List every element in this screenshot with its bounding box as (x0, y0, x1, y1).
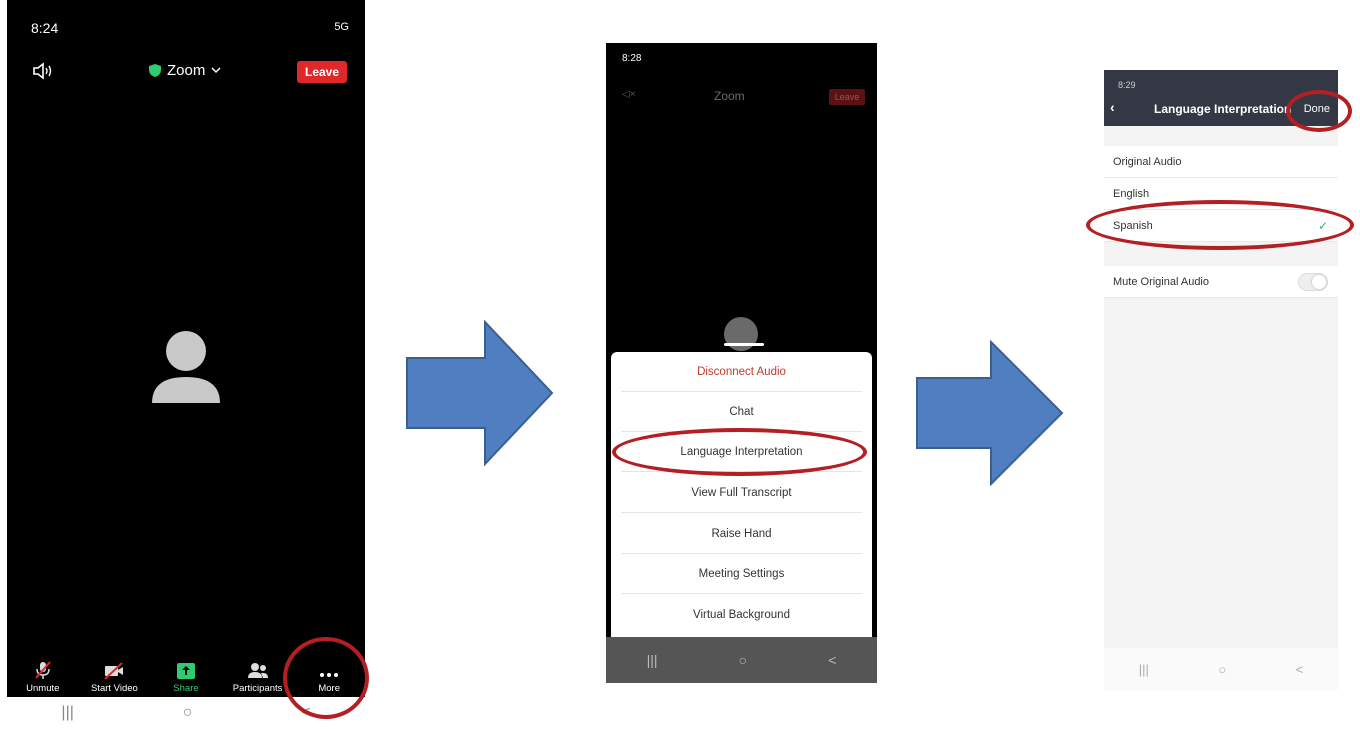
meeting-title[interactable]: Zoom (149, 62, 221, 79)
raise-hand-item[interactable]: Raise Hand (621, 514, 862, 554)
avatar-placeholder-icon (152, 331, 220, 403)
more-options-sheet: Disconnect Audio Chat Language Interpret… (611, 352, 872, 637)
participants-icon (247, 663, 268, 678)
android-navbar: ||| ○ < (606, 637, 877, 683)
tutorial-stage: 8:24 5G Zoom Leave Unmute Start Video Sh… (0, 0, 1360, 729)
recent-apps-button[interactable]: ||| (61, 704, 73, 722)
shield-icon (149, 64, 161, 77)
participants-button[interactable]: Participants (222, 655, 294, 697)
more-label: More (318, 683, 340, 694)
muted-mic-icon (35, 661, 51, 679)
option-spanish[interactable]: Spanish ✓ (1104, 210, 1338, 242)
leave-button[interactable]: Leave (297, 61, 347, 83)
option-original-audio[interactable]: Original Audio (1104, 146, 1338, 178)
meeting-topbar-dimmed: ◁× Zoom Leave (606, 87, 877, 107)
option-english[interactable]: English (1104, 178, 1338, 210)
speaker-muted-icon[interactable]: ◁× (622, 89, 636, 100)
option-label: English (1113, 187, 1150, 200)
back-button[interactable]: < (301, 704, 310, 722)
video-off-icon (104, 662, 124, 680)
chevron-down-icon (211, 67, 221, 74)
phone-more-menu-screen: 8:28 ◁× Zoom Leave Disconnect Audio Chat… (606, 43, 877, 683)
screen-header: 8:29 ‹ Language Interpretation Done (1104, 70, 1338, 126)
sheet-handle[interactable] (724, 343, 764, 346)
mute-original-audio-label: Mute Original Audio (1113, 275, 1209, 288)
meeting-title-label: Zoom (167, 62, 206, 79)
network-indicator: 5G (334, 21, 349, 33)
more-button[interactable]: More (293, 655, 365, 697)
start-video-button[interactable]: Start Video (79, 655, 151, 697)
phone-meeting-screen: 8:24 5G Zoom Leave Unmute Start Video Sh… (7, 0, 365, 729)
android-navbar: ||| ○ < (7, 697, 365, 729)
page-title: Language Interpretation (1154, 102, 1292, 116)
share-button[interactable]: Share (150, 655, 222, 697)
done-button[interactable]: Done (1304, 103, 1330, 115)
option-label: Spanish (1113, 219, 1153, 232)
speaker-icon[interactable] (31, 60, 55, 82)
arrow-right-icon (916, 340, 1064, 486)
meeting-topbar: Zoom Leave (7, 54, 365, 90)
back-button[interactable]: < (828, 652, 836, 668)
meeting-title[interactable]: Zoom (714, 89, 745, 103)
recent-apps-button[interactable]: ||| (1139, 662, 1149, 677)
meeting-toolbar: Unmute Start Video Share Participants Mo… (7, 655, 365, 697)
meeting-settings-item[interactable]: Meeting Settings (621, 554, 862, 594)
android-navbar: ||| ○ < (1104, 648, 1338, 690)
home-button[interactable]: ○ (183, 704, 193, 722)
virtual-background-item[interactable]: Virtual Background (621, 595, 862, 635)
status-bar: 8:28 (606, 43, 877, 73)
status-time: 8:29 (1118, 80, 1136, 90)
language-interpretation-item[interactable]: Language Interpretation (621, 432, 862, 472)
status-time: 8:24 (31, 20, 59, 36)
share-icon (176, 663, 195, 679)
start-video-label: Start Video (90, 683, 138, 694)
unmute-button[interactable]: Unmute (7, 655, 79, 697)
view-full-transcript-item[interactable]: View Full Transcript (621, 473, 862, 513)
back-chevron-icon[interactable]: ‹ (1110, 99, 1115, 115)
participants-label: Participants (232, 683, 283, 694)
unmute-label: Unmute (26, 683, 60, 694)
option-label: Original Audio (1113, 155, 1182, 168)
recent-apps-button[interactable]: ||| (647, 652, 658, 668)
checkmark-icon: ✓ (1317, 218, 1328, 233)
status-time: 8:28 (622, 53, 642, 64)
home-button[interactable]: ○ (739, 652, 747, 668)
mute-original-audio-row: Mute Original Audio (1104, 266, 1338, 298)
chat-item[interactable]: Chat (621, 392, 862, 432)
status-bar: 8:24 5G (7, 0, 365, 48)
leave-button[interactable]: Leave (829, 89, 865, 105)
more-dots-icon (320, 673, 339, 677)
mute-original-audio-toggle[interactable] (1298, 273, 1328, 291)
phone-language-interpretation-screen: 8:29 ‹ Language Interpretation Done Orig… (1104, 70, 1338, 690)
arrow-right-icon (406, 320, 554, 466)
share-label: Share (173, 683, 199, 694)
back-button[interactable]: < (1296, 662, 1304, 677)
home-button[interactable]: ○ (1218, 662, 1226, 677)
disconnect-audio-item[interactable]: Disconnect Audio (621, 352, 862, 392)
